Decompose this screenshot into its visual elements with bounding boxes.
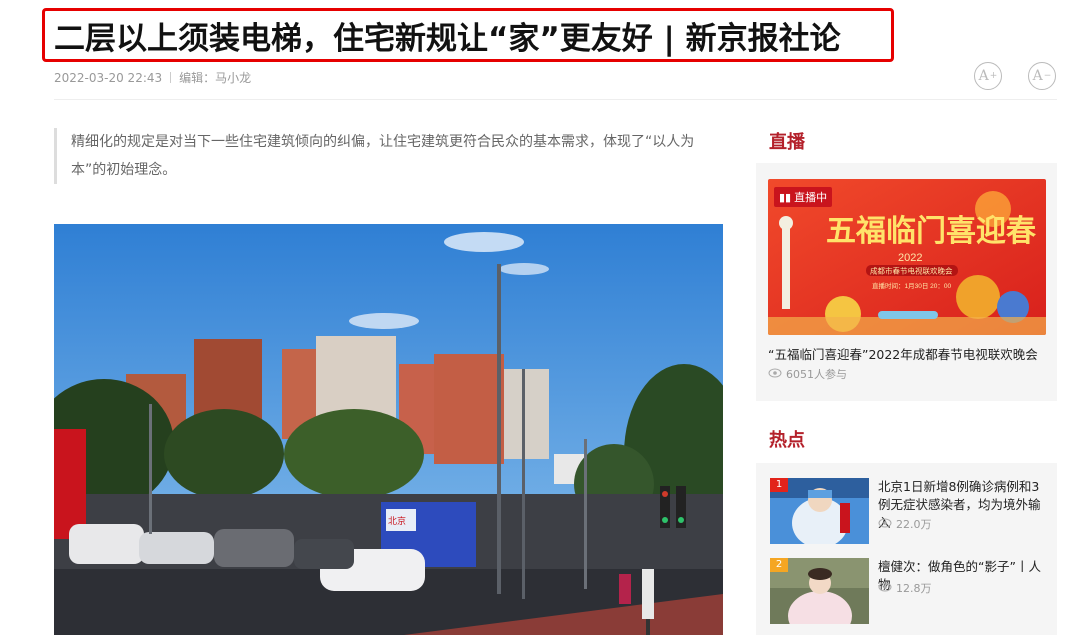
hot-item-views: 22.0万: [878, 516, 932, 532]
live-badge-label: 直播中: [794, 191, 828, 204]
article-meta: 2022-03-20 22:43 编辑：马小龙: [54, 69, 251, 86]
views-count: 12.8万: [896, 582, 932, 595]
rank-badge: 2: [770, 558, 788, 572]
publish-date: 2022-03-20 22:43: [54, 70, 163, 85]
hot-item-views: 12.8万: [878, 580, 932, 596]
meta-divider: [170, 72, 172, 83]
bus-sign-text: 北京: [388, 515, 406, 526]
article-summary: 精细化的规定是对当下一些住宅建筑倾向的纠偏，让住宅建筑更符合民众的基本需求，体现…: [54, 128, 722, 184]
poster-subtitle: 成都市春节电视联欢晚会: [870, 266, 953, 276]
eye-icon: [878, 582, 892, 595]
article-title: 二层以上须装电梯，住宅新规让“家”更友好 | 新京报社论: [54, 21, 841, 57]
hot-section-title: 热点: [769, 430, 805, 451]
hot-item[interactable]: 2 檀健次：做角色的“影子”丨人物 12.8万: [770, 558, 1050, 624]
editor-name: 编辑：马小龙: [179, 71, 252, 85]
live-views: 6051人参与: [768, 366, 847, 382]
font-size-decrease-button[interactable]: A −: [1028, 62, 1056, 90]
font-increase-icon: A: [978, 68, 989, 84]
eye-icon: [878, 518, 892, 531]
live-badge: ▮▮ 直播中: [774, 187, 833, 207]
hot-thumbnail[interactable]: 1: [770, 478, 869, 544]
font-size-increase-button[interactable]: A +: [974, 62, 1002, 90]
live-poster[interactable]: 五福临门喜迎春 2022 成都市春节电视联欢晚会 直播时间：1月30日 20：0…: [768, 179, 1046, 335]
poster-time: 直播时间：1月30日 20：00: [872, 281, 951, 290]
article-photo: 北京: [54, 224, 723, 635]
minus-icon: −: [1043, 71, 1052, 81]
live-card[interactable]: 五福临门喜迎春 2022 成都市春节电视联欢晚会 直播时间：1月30日 20：0…: [756, 163, 1057, 401]
hot-thumbnail[interactable]: 2: [770, 558, 869, 624]
live-bars-icon: ▮▮: [779, 190, 792, 204]
live-views-count: 6051人参与: [786, 368, 847, 381]
poster-year: 2022: [898, 252, 922, 264]
plus-icon: +: [989, 71, 998, 81]
poster-title: 五福临门喜迎春: [826, 214, 1036, 248]
hot-card: 1 北京1日新增8例确诊病例和3例无症状感染者，均为境外输入 22.0万 2 檀…: [756, 463, 1057, 635]
font-decrease-icon: A: [1032, 68, 1043, 84]
live-caption[interactable]: “五福临门喜迎春”2022年成都春节电视联欢晚会: [768, 344, 1038, 363]
views-count: 22.0万: [896, 518, 932, 531]
hot-item[interactable]: 1 北京1日新增8例确诊病例和3例无症状感染者，均为境外输入 22.0万: [770, 478, 1050, 544]
rank-badge: 1: [770, 478, 788, 492]
live-section-title: 直播: [769, 132, 805, 153]
header-divider: [54, 99, 1057, 100]
eye-icon: [768, 368, 782, 381]
